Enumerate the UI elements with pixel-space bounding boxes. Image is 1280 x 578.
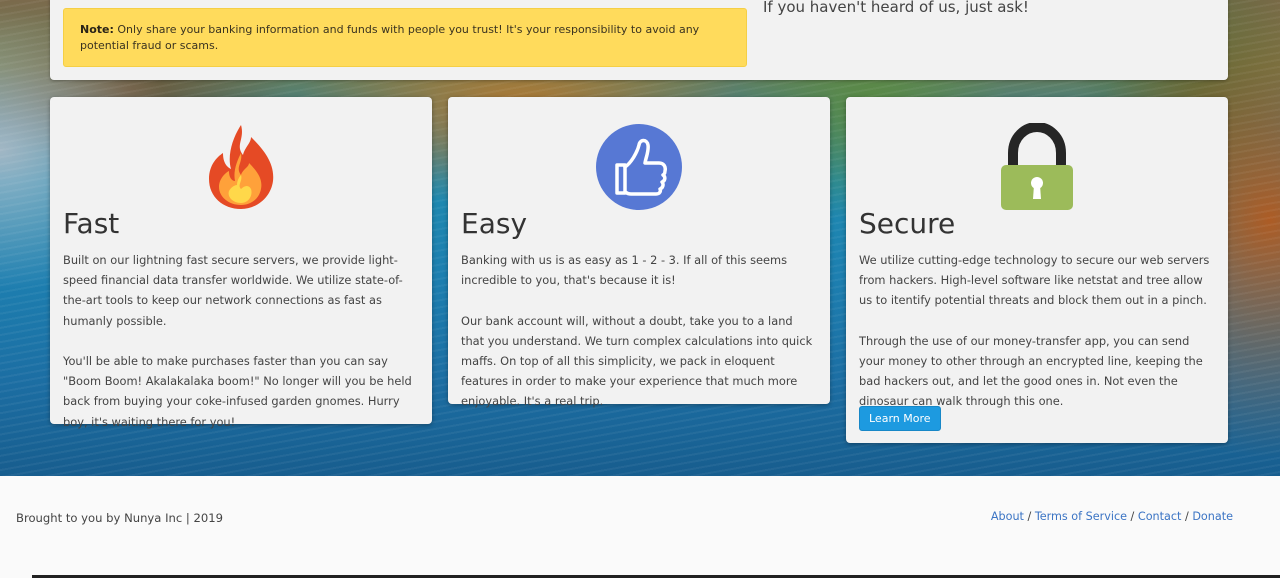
footer-link-donate[interactable]: Donate (1192, 510, 1233, 523)
footer-link-contact[interactable]: Contact (1138, 510, 1182, 523)
site-footer: Brought to you by Nunya Inc | 2019 About… (0, 476, 1280, 578)
footer-link-terms[interactable]: Terms of Service (1035, 510, 1127, 523)
intro-tagline: If you haven't heard of us, just ask! (763, 0, 1029, 16)
feature-paragraph: Banking with us is as easy as 1 - 2 - 3.… (461, 253, 788, 288)
footer-separator: / (1127, 510, 1138, 523)
feature-card-easy: Easy Banking with us is as easy as 1 - 2… (448, 97, 830, 408)
notice-text: Only share your banking information and … (80, 23, 700, 52)
thumbs-up-icon (448, 123, 830, 211)
feature-paragraph: Our bank account will, without a doubt, … (461, 313, 813, 409)
footer-separator: / (1181, 510, 1193, 523)
intro-card: Note: Only share your banking informatio… (50, 0, 1228, 80)
feature-description: Banking with us is as easy as 1 - 2 - 3.… (461, 250, 817, 412)
feature-title: Fast (63, 207, 120, 240)
footer-link-about[interactable]: About (991, 510, 1024, 523)
footer-links: About / Terms of Service / Contact / Don… (991, 510, 1233, 523)
footer-credit: Brought to you by Nunya Inc | 2019 (16, 511, 224, 525)
feature-paragraph: You'll be able to make purchases faster … (63, 354, 412, 429)
feature-title: Secure (859, 207, 956, 240)
padlock-icon (846, 123, 1228, 211)
footer-separator: / (1023, 510, 1035, 523)
feature-paragraph: Through the use of our money-transfer ap… (859, 333, 1203, 409)
feature-paragraph: Built on our lightning fast secure serve… (63, 253, 403, 328)
feature-card-secure: Secure We utilize cutting-edge technolog… (846, 97, 1228, 443)
flame-icon (50, 123, 432, 211)
learn-more-button[interactable]: Learn More (859, 406, 941, 431)
feature-description: We utilize cutting-edge technology to se… (859, 250, 1215, 412)
notice-label: Note: (80, 23, 114, 36)
feature-description: Built on our lightning fast secure serve… (63, 250, 419, 432)
feature-paragraph: We utilize cutting-edge technology to se… (859, 253, 1210, 308)
feature-title: Easy (461, 207, 528, 240)
feature-card-fast: Fast Built on our lightning fast secure … (50, 97, 432, 429)
fraud-notice: Note: Only share your banking informatio… (63, 8, 747, 67)
